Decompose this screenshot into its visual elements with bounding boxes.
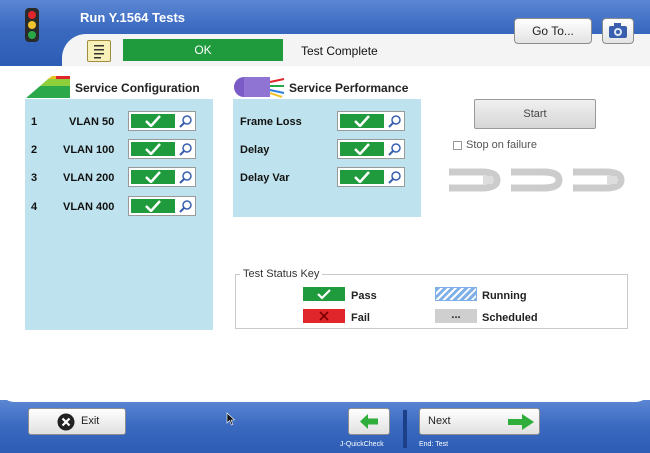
vlan-label: VLAN 100 (63, 144, 115, 156)
magnifier-icon[interactable] (179, 114, 193, 128)
vlan-label: VLAN 200 (63, 172, 115, 184)
metric-label: Delay Var (240, 172, 290, 184)
scheduled-key-label: Scheduled (482, 312, 538, 324)
status-cell-vlan-200[interactable] (128, 167, 196, 187)
status-key-box (235, 274, 628, 329)
check-icon (354, 171, 370, 183)
app-title: Run Y.1564 Tests (80, 10, 186, 25)
row-index: 1 (31, 116, 38, 128)
magnifier-icon[interactable] (179, 199, 193, 213)
mouse-cursor-icon (226, 412, 236, 426)
next-destination-label: End: Test (419, 441, 449, 448)
magnifier-icon[interactable] (388, 142, 402, 156)
notes-icon (94, 45, 104, 59)
status-cell-delay-var[interactable] (337, 167, 405, 187)
status-cell-vlan-400[interactable] (128, 196, 196, 216)
scheduled-swatch: ... (435, 309, 477, 323)
check-icon (354, 115, 370, 127)
check-icon (317, 289, 331, 300)
test-status-text: Test Complete (301, 44, 378, 58)
arrow-left-icon (360, 414, 378, 429)
status-key-title: Test Status Key (240, 268, 323, 280)
vlan-label: VLAN 50 (69, 116, 115, 128)
pass-indicator (340, 170, 384, 184)
fail-key-label: Fail (351, 312, 370, 324)
running-swatch (435, 287, 477, 301)
check-icon (354, 143, 370, 155)
fail-swatch (303, 309, 345, 323)
pass-swatch (303, 287, 345, 301)
magnifier-icon[interactable] (388, 114, 402, 128)
service-performance-title: Service Performance (289, 81, 409, 95)
screenshot-button[interactable] (602, 18, 634, 44)
exit-x-icon (57, 413, 75, 431)
row-index: 4 (31, 201, 38, 213)
vlan-label: VLAN 400 (63, 201, 115, 213)
service-config-title: Service Configuration (75, 81, 200, 95)
magnifier-icon[interactable] (388, 170, 402, 184)
loopback-icon (573, 168, 625, 192)
check-icon (145, 200, 161, 212)
running-key-label: Running (482, 290, 527, 302)
pass-indicator (131, 170, 175, 184)
fail-x-icon (319, 311, 329, 321)
status-cell-delay[interactable] (337, 139, 405, 159)
service-performance-icon (234, 77, 285, 98)
notes-button[interactable] (87, 40, 111, 62)
exit-button[interactable]: Exit (28, 408, 126, 435)
pass-key-label: Pass (351, 290, 377, 302)
pass-indicator (340, 142, 384, 156)
stop-on-failure-checkbox[interactable] (453, 141, 462, 150)
pass-indicator (131, 199, 175, 213)
traffic-light-icon (25, 8, 39, 42)
metric-label: Delay (240, 144, 270, 156)
exit-label: Exit (81, 415, 100, 427)
back-button[interactable] (348, 408, 390, 435)
row-index: 3 (31, 172, 38, 184)
start-button[interactable]: Start (474, 99, 596, 129)
back-destination-label: J-QuickCheck (340, 441, 384, 448)
footer-divider (403, 410, 407, 448)
arrow-right-icon (508, 414, 534, 430)
pass-indicator (131, 142, 175, 156)
footer-curve (0, 388, 650, 402)
loopback-icon (449, 168, 501, 192)
check-icon (145, 171, 161, 183)
status-cell-vlan-50[interactable] (128, 111, 196, 131)
next-label: Next (428, 415, 451, 427)
check-icon (145, 143, 161, 155)
status-cell-vlan-100[interactable] (128, 139, 196, 159)
next-button[interactable]: Next (419, 408, 540, 435)
goto-button[interactable]: Go To... (514, 18, 592, 44)
loopback-icon (511, 168, 563, 192)
camera-icon (609, 23, 627, 38)
pass-indicator (131, 114, 175, 128)
metric-label: Frame Loss (240, 116, 302, 128)
check-icon (145, 115, 161, 127)
status-cell-frame-loss[interactable] (337, 111, 405, 131)
row-index: 2 (31, 144, 38, 156)
overall-status-indicator: OK (123, 39, 283, 61)
magnifier-icon[interactable] (179, 170, 193, 184)
stop-on-failure-label: Stop on failure (466, 139, 537, 151)
service-config-icon (26, 76, 70, 98)
pass-indicator (340, 114, 384, 128)
magnifier-icon[interactable] (179, 142, 193, 156)
